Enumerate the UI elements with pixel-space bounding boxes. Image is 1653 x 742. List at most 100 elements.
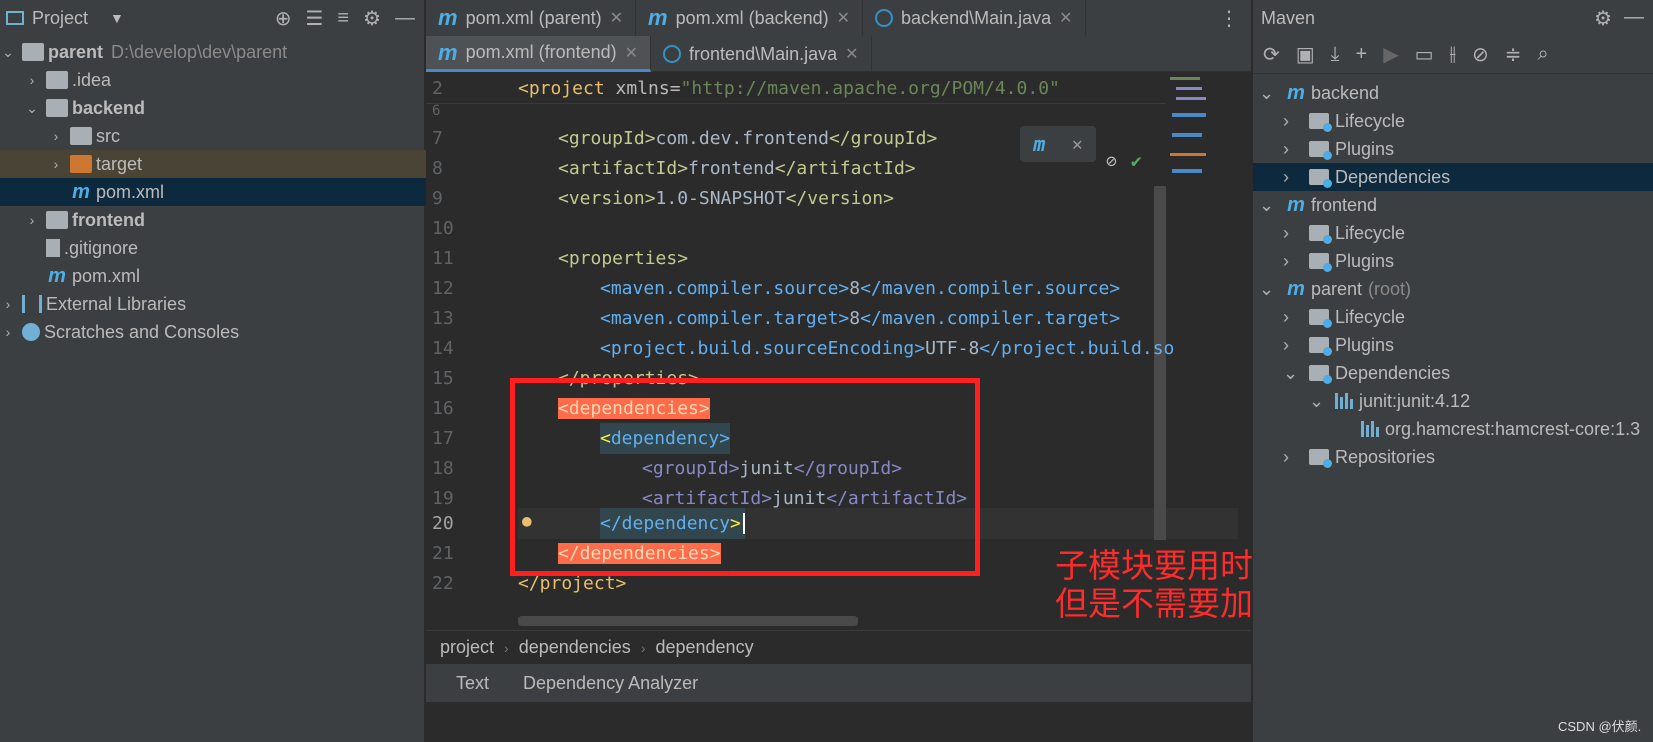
- maven-item-lifecycle[interactable]: › Lifecycle: [1253, 303, 1653, 331]
- plugins-folder-icon: [1309, 337, 1332, 356]
- locate-icon[interactable]: ⊕: [275, 6, 292, 31]
- breadcrumb-item[interactable]: project: [440, 637, 494, 658]
- minimize-icon[interactable]: —: [1624, 6, 1644, 29]
- close-icon[interactable]: ✕: [625, 43, 638, 63]
- tree-item-frontend[interactable]: › frontend: [0, 206, 449, 234]
- chevron-down-icon[interactable]: ⌄: [24, 100, 40, 117]
- project-view-selector[interactable]: Project ▼: [6, 8, 124, 29]
- tree-item-gitignore[interactable]: .gitignore: [0, 234, 465, 262]
- collapse-all-icon[interactable]: ≑: [1505, 42, 1522, 67]
- tree-item-backend-pom[interactable]: m pom.xml: [0, 178, 489, 206]
- breadcrumb: project › dependencies › dependency: [426, 630, 1251, 664]
- chevron-down-icon[interactable]: ⌄: [1259, 83, 1279, 104]
- analyze-icon[interactable]: ⌕: [1538, 43, 1549, 66]
- lifecycle-folder-icon: [1309, 113, 1332, 132]
- code-tag: </version>: [785, 188, 894, 209]
- chevron-down-icon[interactable]: ⌄: [1259, 195, 1279, 216]
- chevron-down-icon[interactable]: ⌄: [0, 44, 16, 61]
- chevron-right-icon[interactable]: ›: [0, 296, 16, 312]
- maven-item-repositories[interactable]: › Repositories: [1253, 443, 1653, 471]
- maven-item-frontend[interactable]: ⌄ m frontend: [1253, 191, 1653, 219]
- chevron-right-icon[interactable]: ›: [1283, 307, 1303, 328]
- more-tabs-icon[interactable]: ⋮: [1219, 6, 1239, 31]
- maven-item-lifecycle[interactable]: › Lifecycle: [1253, 107, 1653, 135]
- code-tag: </project>: [518, 573, 627, 594]
- download-icon[interactable]: ⤓: [1331, 43, 1340, 66]
- editor-bottom-tabs: Text Dependency Analyzer: [426, 664, 1251, 702]
- maven-item-label: frontend: [1311, 194, 1378, 215]
- maven-item-dependencies[interactable]: ⌄ Dependencies: [1253, 359, 1653, 387]
- close-icon[interactable]: ✕: [845, 44, 858, 64]
- maven-item-hamcrest[interactable]: org.hamcrest:hamcrest-core:1.3: [1253, 415, 1653, 443]
- line-number: 16: [432, 398, 454, 419]
- run-icon[interactable]: ▶: [1383, 42, 1398, 67]
- close-icon[interactable]: ✕: [1072, 134, 1083, 155]
- chevron-right-icon[interactable]: ›: [1283, 447, 1303, 468]
- skip-tests-icon[interactable]: ⊘: [1472, 42, 1489, 67]
- maven-reload-icon[interactable]: m: [1033, 132, 1045, 156]
- close-icon[interactable]: ✕: [837, 8, 850, 28]
- chevron-right-icon[interactable]: ›: [1283, 167, 1303, 188]
- tab-pom-backend[interactable]: m pom.xml (backend) ✕: [636, 0, 864, 36]
- toggle-offline-icon[interactable]: ⫲: [1450, 43, 1456, 66]
- chevron-down-icon[interactable]: ⌄: [1309, 391, 1329, 412]
- hide-icon[interactable]: ⊘: [1106, 151, 1117, 172]
- watermark: CSDN @伏颜.: [1558, 719, 1642, 734]
- gear-icon[interactable]: ⚙: [1594, 6, 1612, 31]
- maven-item-lifecycle[interactable]: › Lifecycle: [1253, 219, 1653, 247]
- tree-item-target[interactable]: › target: [0, 150, 473, 178]
- expand-all-icon[interactable]: ☰: [305, 6, 323, 31]
- horizontal-scrollbar[interactable]: [518, 616, 858, 626]
- gear-icon[interactable]: ⚙: [363, 6, 381, 31]
- chevron-right-icon[interactable]: ›: [1283, 139, 1303, 160]
- maven-item-plugins[interactable]: › Plugins: [1253, 135, 1653, 163]
- chevron-down-icon[interactable]: ⌄: [1259, 279, 1279, 300]
- chevron-right-icon[interactable]: ›: [1283, 335, 1303, 356]
- add-icon[interactable]: +: [1356, 43, 1368, 66]
- tab-frontend-main[interactable]: frontend\Main.java ✕: [651, 36, 872, 72]
- tree-item-backend[interactable]: ⌄ backend: [0, 94, 449, 122]
- close-icon[interactable]: ✕: [610, 8, 623, 28]
- reload-icon[interactable]: ⟳: [1263, 42, 1280, 67]
- minimap[interactable]: [1166, 73, 1211, 193]
- tab-dependency-analyzer[interactable]: Dependency Analyzer: [523, 673, 698, 694]
- chevron-right-icon[interactable]: ›: [1283, 111, 1303, 132]
- collapse-all-icon[interactable]: ≡: [337, 7, 349, 30]
- tree-item-parent[interactable]: ⌄ parent D:\develop\dev\parent: [0, 38, 425, 66]
- tree-item-src[interactable]: › src: [0, 122, 473, 150]
- close-icon[interactable]: ✕: [1059, 8, 1072, 28]
- code-line: <maven.compiler.source>8</maven.compiler…: [600, 273, 1120, 304]
- execute-goal-icon[interactable]: ▭: [1415, 42, 1434, 67]
- chevron-right-icon[interactable]: ›: [48, 156, 64, 172]
- breadcrumb-item[interactable]: dependency: [655, 637, 753, 658]
- chevron-right-icon[interactable]: ›: [24, 212, 40, 228]
- chevron-right-icon[interactable]: ›: [0, 324, 16, 340]
- chevron-down-icon[interactable]: ▼: [110, 10, 124, 26]
- line-number: 22: [432, 573, 454, 594]
- tree-item-idea[interactable]: › .idea: [0, 66, 449, 94]
- tab-pom-frontend[interactable]: m pom.xml (frontend) ✕: [426, 36, 652, 72]
- minimize-icon[interactable]: —: [395, 7, 415, 30]
- check-icon[interactable]: ✔: [1131, 151, 1142, 172]
- maven-item-backend[interactable]: ⌄ m backend: [1253, 79, 1653, 107]
- tab-text[interactable]: Text: [456, 673, 489, 694]
- chevron-right-icon[interactable]: ›: [48, 128, 64, 144]
- tab-pom-parent[interactable]: m pom.xml (parent) ✕: [426, 0, 637, 36]
- tree-item-parent-pom[interactable]: m pom.xml: [0, 262, 465, 290]
- tree-item-external-libraries[interactable]: › External Libraries: [0, 290, 425, 318]
- maven-item-parent[interactable]: ⌄ m parent (root): [1253, 275, 1653, 303]
- chevron-right-icon[interactable]: ›: [1283, 251, 1303, 272]
- maven-module-icon: m: [1287, 277, 1305, 300]
- maven-item-junit[interactable]: ⌄ junit:junit:4.12: [1253, 387, 1653, 415]
- editor-tabs-row-1: m pom.xml (parent) ✕ m pom.xml (backend)…: [426, 0, 1251, 36]
- tree-item-scratches[interactable]: › Scratches and Consoles: [0, 318, 425, 346]
- chevron-right-icon[interactable]: ›: [24, 72, 40, 88]
- maven-item-dependencies[interactable]: › Dependencies: [1253, 163, 1653, 191]
- maven-item-plugins[interactable]: › Plugins: [1253, 247, 1653, 275]
- maven-item-plugins[interactable]: › Plugins: [1253, 331, 1653, 359]
- generate-sources-icon[interactable]: ▣: [1296, 42, 1315, 67]
- tab-backend-main[interactable]: backend\Main.java ✕: [863, 0, 1086, 36]
- chevron-right-icon[interactable]: ›: [1283, 223, 1303, 244]
- breadcrumb-item[interactable]: dependencies: [519, 637, 631, 658]
- chevron-down-icon[interactable]: ⌄: [1283, 363, 1303, 384]
